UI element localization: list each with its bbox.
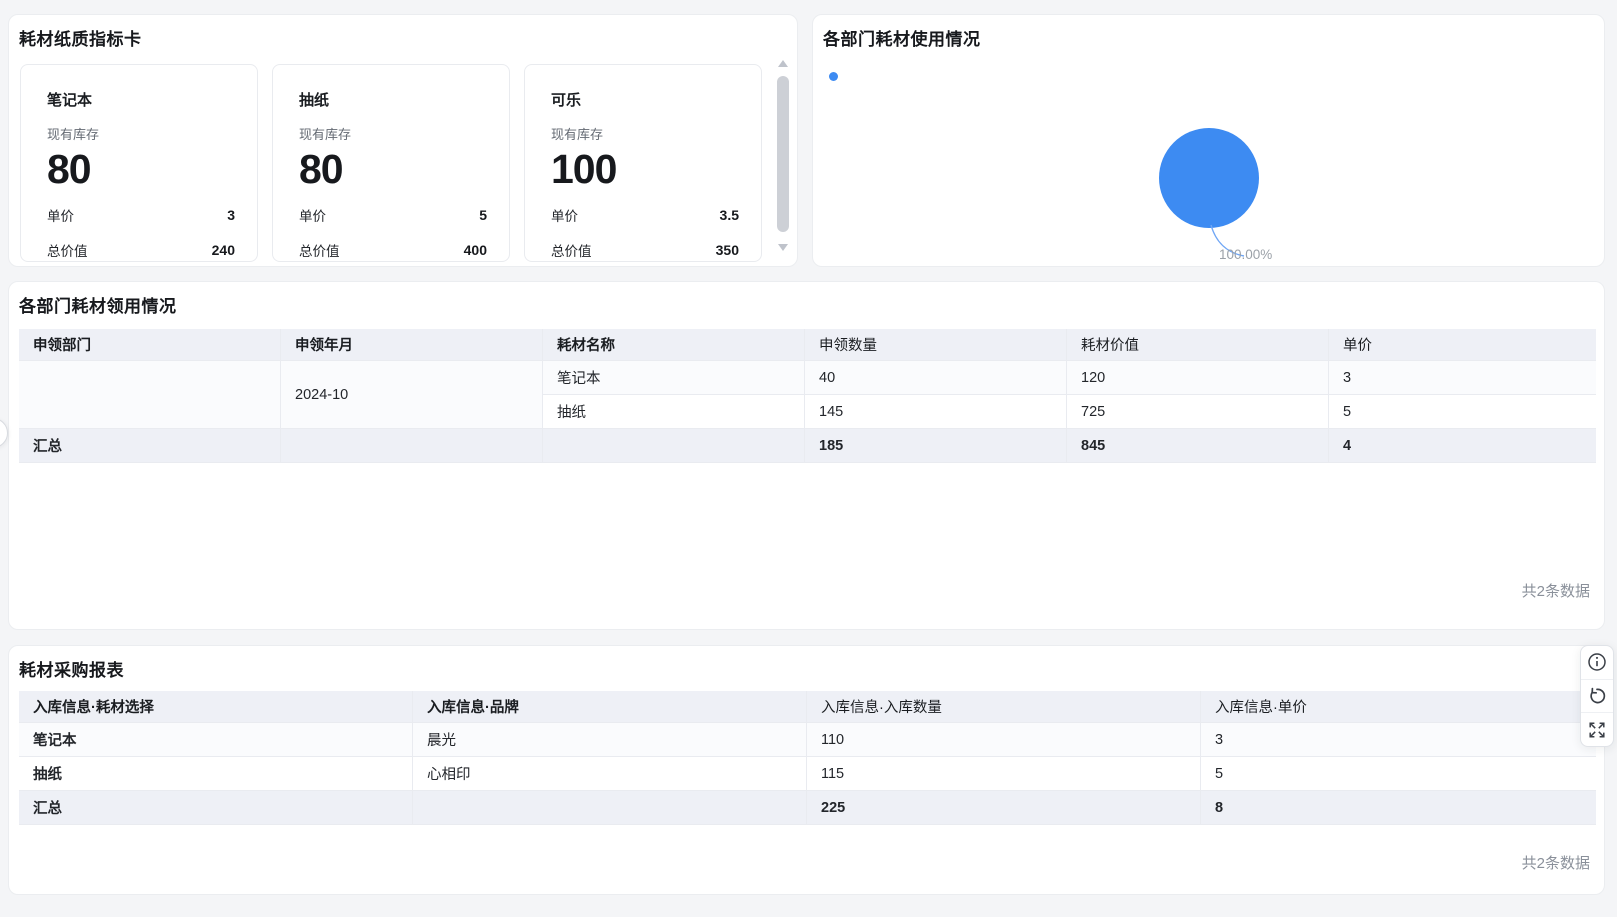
summary-price: 4 bbox=[1329, 429, 1596, 463]
record-count: 共2条数据 bbox=[1522, 852, 1590, 873]
summary-empty bbox=[281, 429, 543, 463]
cell-qty: 110 bbox=[807, 723, 1201, 757]
total-value-value: 400 bbox=[464, 242, 487, 258]
stock-label: 现有库存 bbox=[47, 124, 235, 143]
cell-price: 3 bbox=[1329, 361, 1596, 395]
stats-scrollbar[interactable] bbox=[776, 58, 790, 253]
header-cell-month: 申领年月 bbox=[281, 329, 543, 361]
refresh-icon bbox=[1587, 686, 1607, 706]
purchase-table: 入库信息·耗材选择 入库信息·品牌 入库信息·入库数量 入库信息·单价 笔记本 … bbox=[19, 691, 1596, 825]
header-cell-brand: 入库信息·品牌 bbox=[413, 691, 807, 723]
unit-price-label: 单价 bbox=[551, 205, 578, 225]
stat-card-notebook: 笔记本 现有库存 80 单价 3 总价值 240 bbox=[20, 64, 258, 262]
summary-qty: 185 bbox=[805, 429, 1067, 463]
purchase-panel-title: 耗材采购报表 bbox=[19, 656, 124, 681]
stat-card-cola: 可乐 现有库存 100 单价 3.5 总价值 350 bbox=[524, 64, 762, 262]
refresh-button[interactable] bbox=[1581, 679, 1613, 713]
stock-value: 100 bbox=[551, 149, 739, 190]
header-cell-item: 入库信息·耗材选择 bbox=[19, 691, 413, 723]
summary-value: 845 bbox=[1067, 429, 1329, 463]
summary-price: 8 bbox=[1201, 791, 1596, 825]
cell-brand: 晨光 bbox=[413, 723, 807, 757]
requisition-table: 申领部门 申领年月 耗材名称 申领数量 耗材价值 单价 2024-10 笔记本 … bbox=[19, 329, 1596, 463]
scroll-down-arrow[interactable] bbox=[778, 244, 788, 251]
panel-collapse-handle[interactable] bbox=[0, 418, 8, 448]
cell-qty: 115 bbox=[807, 757, 1201, 791]
unit-price-value: 5 bbox=[479, 207, 487, 223]
total-value-value: 240 bbox=[212, 242, 235, 258]
total-value-label: 总价值 bbox=[299, 240, 340, 260]
pie-chart bbox=[813, 15, 1604, 266]
cell-item: 抽纸 bbox=[19, 757, 413, 791]
cell-dept-merged bbox=[19, 361, 281, 429]
stat-cards-panel: 耗材纸质指标卡 笔记本 现有库存 80 单价 3 总价值 240 抽纸 现有库存… bbox=[8, 14, 798, 267]
summary-label: 汇总 bbox=[19, 429, 281, 463]
cell-qty: 145 bbox=[805, 395, 1067, 429]
cell-month-merged: 2024-10 bbox=[281, 361, 543, 429]
stock-label: 现有库存 bbox=[299, 124, 487, 143]
cell-name: 抽纸 bbox=[543, 395, 805, 429]
requisition-panel-title: 各部门耗材领用情况 bbox=[19, 292, 177, 317]
usage-pie-panel: 各部门耗材使用情况 100.00% bbox=[812, 14, 1605, 267]
unit-price-label: 单价 bbox=[47, 205, 74, 225]
cell-value: 120 bbox=[1067, 361, 1329, 395]
fullscreen-icon bbox=[1587, 720, 1607, 740]
scroll-thumb[interactable] bbox=[777, 76, 789, 232]
total-value-label: 总价值 bbox=[47, 240, 88, 260]
requisition-panel: 各部门耗材领用情况 申领部门 申领年月 耗材名称 申领数量 耗材价值 单价 20… bbox=[8, 281, 1605, 630]
header-cell-price: 入库信息·单价 bbox=[1201, 691, 1596, 723]
cell-price: 5 bbox=[1329, 395, 1596, 429]
stat-panel-title: 耗材纸质指标卡 bbox=[19, 25, 142, 50]
chart-action-toolbar bbox=[1580, 645, 1614, 747]
cell-item: 笔记本 bbox=[19, 723, 413, 757]
cell-price: 3 bbox=[1201, 723, 1596, 757]
pie-percent-label: 100.00% bbox=[1219, 247, 1272, 262]
unit-price-label: 单价 bbox=[299, 205, 326, 225]
total-value-label: 总价值 bbox=[551, 240, 592, 260]
card-title: 笔记本 bbox=[47, 89, 235, 110]
cell-value: 725 bbox=[1067, 395, 1329, 429]
info-icon bbox=[1587, 652, 1607, 672]
header-cell-name: 耗材名称 bbox=[543, 329, 805, 361]
stock-label: 现有库存 bbox=[551, 124, 739, 143]
header-cell-qty: 申领数量 bbox=[805, 329, 1067, 361]
total-value-value: 350 bbox=[716, 242, 739, 258]
stat-card-list: 笔记本 现有库存 80 单价 3 总价值 240 抽纸 现有库存 80 单价 5… bbox=[20, 64, 774, 264]
scroll-up-arrow[interactable] bbox=[778, 60, 788, 67]
header-cell-value: 耗材价值 bbox=[1067, 329, 1329, 361]
card-title: 可乐 bbox=[551, 89, 739, 110]
purchase-panel: 耗材采购报表 入库信息·耗材选择 入库信息·品牌 入库信息·入库数量 入库信息·… bbox=[8, 645, 1605, 895]
summary-empty bbox=[543, 429, 805, 463]
stat-card-tissue: 抽纸 现有库存 80 单价 5 总价值 400 bbox=[272, 64, 510, 262]
cell-name: 笔记本 bbox=[543, 361, 805, 395]
pie-slice-100 bbox=[1159, 128, 1259, 228]
info-button[interactable] bbox=[1581, 646, 1613, 679]
header-cell-qty: 入库信息·入库数量 bbox=[807, 691, 1201, 723]
unit-price-value: 3 bbox=[227, 207, 235, 223]
header-cell-dept: 申领部门 bbox=[19, 329, 281, 361]
unit-price-value: 3.5 bbox=[720, 207, 739, 223]
summary-label: 汇总 bbox=[19, 791, 413, 825]
fullscreen-button[interactable] bbox=[1581, 712, 1613, 746]
stock-value: 80 bbox=[299, 149, 487, 190]
header-cell-price: 单价 bbox=[1329, 329, 1596, 361]
record-count: 共2条数据 bbox=[1522, 580, 1590, 601]
summary-qty: 225 bbox=[807, 791, 1201, 825]
cell-price: 5 bbox=[1201, 757, 1596, 791]
cell-qty: 40 bbox=[805, 361, 1067, 395]
card-title: 抽纸 bbox=[299, 89, 487, 110]
summary-empty bbox=[413, 791, 807, 825]
stock-value: 80 bbox=[47, 149, 235, 190]
cell-brand: 心相印 bbox=[413, 757, 807, 791]
